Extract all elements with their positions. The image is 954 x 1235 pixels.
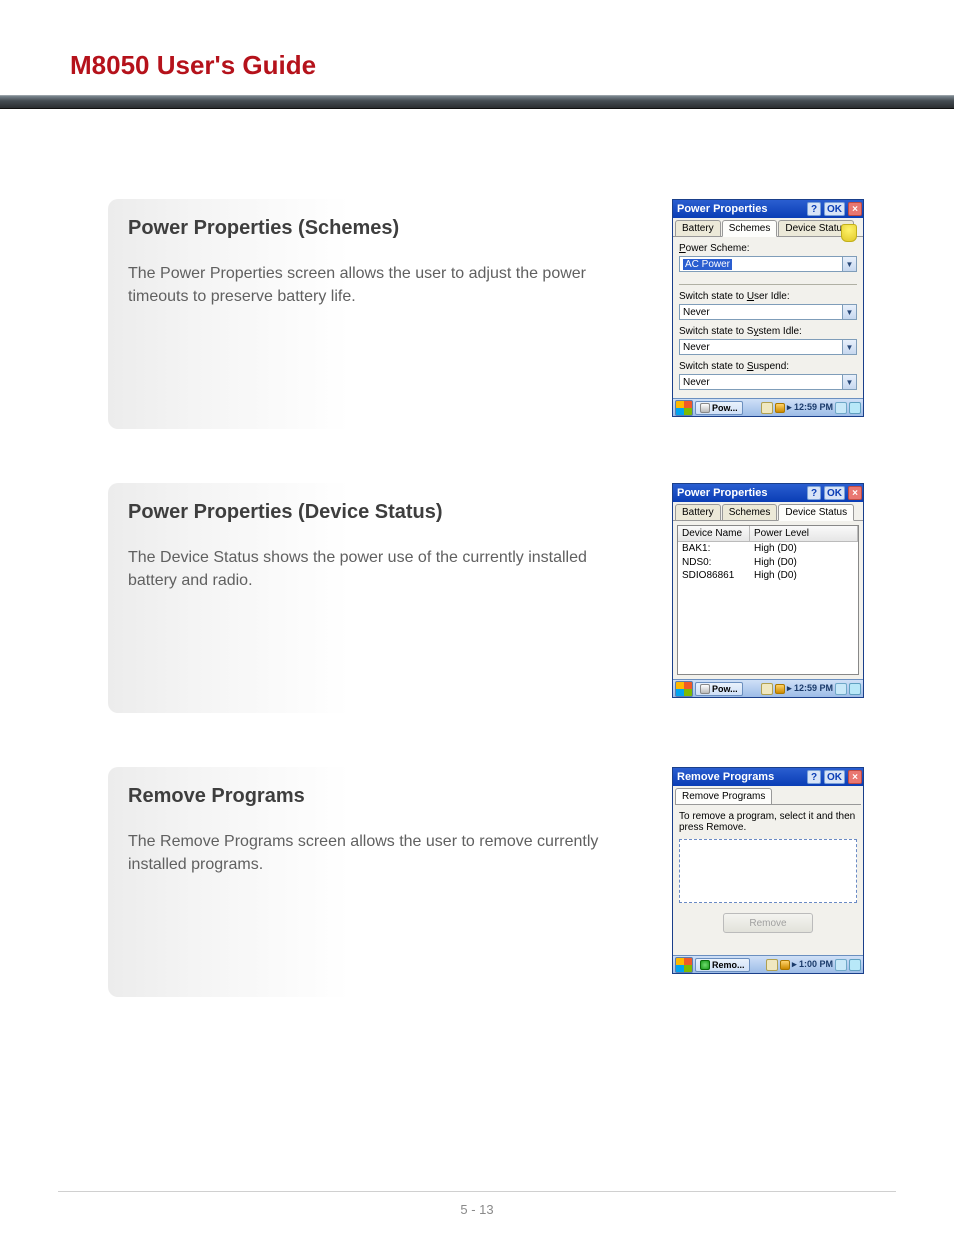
table-row[interactable]: BAK1:High (D0) <box>678 542 858 556</box>
window-title-text: Remove Programs <box>677 771 774 783</box>
taskbar-app-button[interactable]: Pow... <box>695 401 743 415</box>
page-title: M8050 User's Guide <box>70 50 954 81</box>
window-title-text: Power Properties <box>677 487 767 499</box>
screenshot-remove-programs: Remove Programs ? OK × Remove Programs T… <box>672 767 864 997</box>
taskbar-app-button[interactable]: Remo... <box>695 958 750 972</box>
power-scheme-label: Power Scheme: <box>679 243 857 254</box>
column-header-device-name[interactable]: Device Name <box>678 526 750 542</box>
taskbar-time: ▸ 1:00 PM <box>792 959 833 970</box>
help-button[interactable]: ? <box>807 202 821 216</box>
section-title: Power Properties (Device Status) <box>128 501 636 524</box>
keyboard-tray-icon[interactable] <box>835 959 847 971</box>
section-body: The Remove Programs screen allows the us… <box>128 830 636 876</box>
window-titlebar: Power Properties ? OK × <box>673 200 863 218</box>
help-button[interactable]: ? <box>807 770 821 784</box>
remove-button[interactable]: Remove <box>723 913 813 933</box>
start-button[interactable] <box>675 957 693 973</box>
desktop-tray-icon[interactable] <box>849 959 861 971</box>
suspend-dropdown[interactable]: Never▼ <box>679 374 857 390</box>
tab-schemes[interactable]: Schemes <box>722 220 778 237</box>
taskbar-time: ▸ 12:59 PM <box>787 683 833 694</box>
network-tray-icon[interactable] <box>761 402 773 414</box>
column-header-power-level[interactable]: Power Level <box>750 526 858 542</box>
programs-list[interactable] <box>679 839 857 903</box>
section-device-status: Power Properties (Device Status) The Dev… <box>108 483 646 713</box>
ok-button[interactable]: OK <box>824 486 845 500</box>
ok-button[interactable]: OK <box>824 770 845 784</box>
help-button[interactable]: ? <box>807 486 821 500</box>
keyboard-tray-icon[interactable] <box>835 402 847 414</box>
start-button[interactable] <box>675 400 693 416</box>
section-remove-programs: Remove Programs The Remove Programs scre… <box>108 767 646 997</box>
taskbar-time: ▸ 12:59 PM <box>787 402 833 413</box>
chevron-down-icon: ▼ <box>842 257 856 271</box>
system-idle-label: Switch state to System Idle: <box>679 326 857 337</box>
remove-instruction-text: To remove a program, select it and then … <box>679 811 857 833</box>
table-row[interactable]: NDS0:High (D0) <box>678 556 858 570</box>
network-tray-icon[interactable] <box>766 959 778 971</box>
tab-device-status[interactable]: Device Status <box>778 504 854 521</box>
section-title: Power Properties (Schemes) <box>128 217 636 240</box>
close-button[interactable]: × <box>848 770 862 784</box>
tab-battery[interactable]: Battery <box>675 504 721 520</box>
chevron-down-icon: ▼ <box>842 305 856 319</box>
desktop-tray-icon[interactable] <box>849 683 861 695</box>
table-row[interactable]: SDIO86861High (D0) <box>678 569 858 583</box>
tab-battery[interactable]: Battery <box>675 220 721 236</box>
suspend-label: Switch state to Suspend: <box>679 361 857 372</box>
keyboard-tray-icon[interactable] <box>835 683 847 695</box>
window-titlebar: Power Properties ? OK × <box>673 484 863 502</box>
device-status-table: Device Name Power Level BAK1:High (D0) N… <box>677 525 859 675</box>
remove-programs-icon <box>700 960 710 970</box>
power-scheme-dropdown[interactable]: AC Power ▼ <box>679 256 857 272</box>
window-titlebar: Remove Programs ? OK × <box>673 768 863 786</box>
power-icon <box>700 684 710 694</box>
close-button[interactable]: × <box>848 486 862 500</box>
taskbar-app-button[interactable]: Pow... <box>695 682 743 696</box>
tab-schemes[interactable]: Schemes <box>722 504 778 520</box>
header-divider-bar <box>0 95 954 109</box>
chevron-down-icon: ▼ <box>842 375 856 389</box>
desktop-tray-icon[interactable] <box>849 402 861 414</box>
security-tray-icon[interactable] <box>780 960 790 970</box>
section-body: The Device Status shows the power use of… <box>128 546 636 592</box>
tab-remove-programs[interactable]: Remove Programs <box>675 788 772 805</box>
network-tray-icon[interactable] <box>761 683 773 695</box>
ok-button[interactable]: OK <box>824 202 845 216</box>
chevron-down-icon: ▼ <box>842 340 856 354</box>
user-idle-label: Switch state to User Idle: <box>679 291 857 302</box>
power-icon <box>700 403 710 413</box>
system-idle-dropdown[interactable]: Never▼ <box>679 339 857 355</box>
screenshot-device-status: Power Properties ? OK × Battery Schemes … <box>672 483 864 713</box>
security-tray-icon[interactable] <box>775 403 785 413</box>
security-tray-icon[interactable] <box>775 684 785 694</box>
screenshot-schemes: Power Properties ? OK × Battery Schemes … <box>672 199 864 429</box>
page-number: 5 - 13 <box>0 1202 954 1217</box>
start-button[interactable] <box>675 681 693 697</box>
section-title: Remove Programs <box>128 785 636 808</box>
plug-icon <box>841 224 857 242</box>
section-body: The Power Properties screen allows the u… <box>128 262 636 308</box>
close-button[interactable]: × <box>848 202 862 216</box>
user-idle-dropdown[interactable]: Never▼ <box>679 304 857 320</box>
window-title-text: Power Properties <box>677 203 767 215</box>
section-schemes: Power Properties (Schemes) The Power Pro… <box>108 199 646 429</box>
